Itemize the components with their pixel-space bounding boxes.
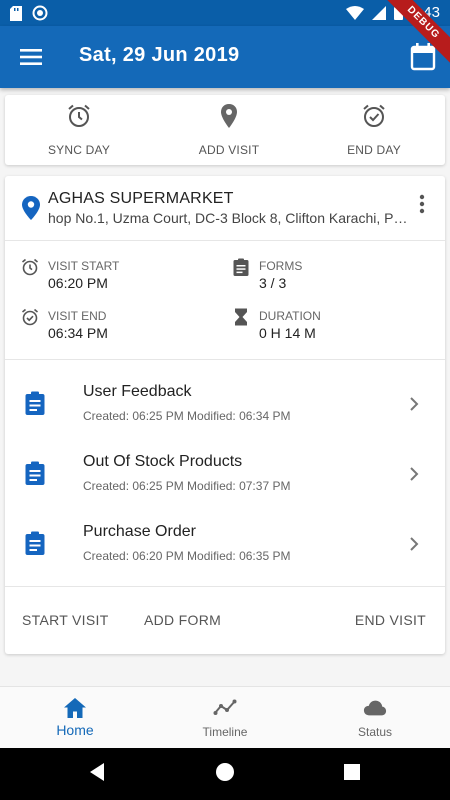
shop-name: AGHAS SUPERMARKET (48, 190, 234, 207)
calendar-icon[interactable] (410, 43, 436, 71)
visit-end-value: 06:34 PM (48, 325, 108, 341)
system-navigation-bar (0, 748, 450, 800)
sd-card-icon (10, 5, 22, 21)
timeline-icon (213, 699, 237, 715)
end-day-label: END DAY (347, 143, 401, 157)
more-vert-icon[interactable] (419, 194, 425, 214)
form-name: User Feedback (83, 383, 192, 400)
page-title: Sat, 29 Jun 2019 (79, 44, 240, 66)
chevron-right-icon (410, 397, 419, 411)
wifi-icon (345, 5, 364, 20)
signal-icon (371, 5, 386, 20)
visit-end-label: VISIT END (48, 309, 107, 323)
forms-label: FORMS (259, 259, 303, 273)
hourglass-icon (235, 308, 247, 326)
recents-icon[interactable] (343, 763, 361, 781)
home-circle-icon[interactable] (215, 762, 235, 782)
form-meta: Created: 06:20 PM Modified: 06:35 PM (83, 549, 291, 563)
clipboard-icon (233, 258, 249, 276)
sync-day-label: SYNC DAY (47, 143, 111, 157)
sync-circle-icon (32, 5, 48, 21)
nav-home-label: Home (56, 722, 94, 738)
add-form-button[interactable]: ADD FORM (144, 612, 221, 628)
location-pin-icon (221, 104, 237, 128)
nav-status[interactable]: Status (325, 697, 425, 739)
shop-address: hop No.1, Uzma Court, DC-3 Block 8, Clif… (48, 210, 413, 226)
clipboard-icon (25, 531, 45, 555)
start-visit-button[interactable]: START VISIT (22, 612, 109, 628)
menu-icon[interactable] (18, 44, 44, 70)
duration-label: DURATION (259, 309, 321, 323)
alarm-check-icon (21, 308, 39, 326)
add-visit-label: ADD VISIT (198, 143, 260, 157)
back-icon[interactable] (88, 762, 106, 782)
sync-day-button[interactable]: SYNC DAY (19, 103, 139, 157)
forms-value: 3 / 3 (259, 275, 287, 291)
visit-start-value: 06:20 PM (48, 275, 108, 291)
form-row-out-of-stock[interactable]: Out Of Stock Products Created: 06:25 PM … (5, 449, 445, 519)
form-meta: Created: 06:25 PM Modified: 07:37 PM (83, 479, 291, 493)
day-actions-card: SYNC DAY ADD VISIT END DAY (5, 95, 445, 165)
bottom-navigation: Home Timeline Status (0, 686, 450, 748)
clipboard-icon (25, 461, 45, 485)
nav-timeline[interactable]: Timeline (175, 697, 275, 739)
form-row-purchase-order[interactable]: Purchase Order Created: 06:20 PM Modifie… (5, 519, 445, 589)
form-row-user-feedback[interactable]: User Feedback Created: 06:25 PM Modified… (5, 379, 445, 449)
divider (5, 586, 445, 587)
duration-value: 0 H 14 M (259, 325, 316, 341)
form-name: Out Of Stock Products (83, 453, 243, 470)
alarm-check-icon (363, 104, 385, 127)
add-visit-button[interactable]: ADD VISIT (169, 103, 289, 157)
end-visit-button[interactable]: END VISIT (355, 612, 426, 628)
nav-timeline-label: Timeline (202, 725, 248, 739)
divider (5, 359, 445, 360)
alarm-icon (21, 258, 39, 276)
location-pin-icon (22, 196, 40, 220)
visit-start-label: VISIT START (48, 259, 120, 273)
chevron-right-icon (410, 467, 419, 481)
home-icon (64, 698, 86, 718)
form-name: Purchase Order (83, 523, 196, 540)
form-meta: Created: 06:25 PM Modified: 06:34 PM (83, 409, 291, 423)
end-day-button[interactable]: END DAY (314, 103, 434, 157)
cloud-icon (363, 700, 387, 716)
divider (5, 240, 445, 241)
chevron-right-icon (410, 537, 419, 551)
nav-status-label: Status (357, 725, 393, 739)
app-bar: Sat, 29 Jun 2019 (0, 26, 450, 88)
visit-card: AGHAS SUPERMARKET hop No.1, Uzma Court, … (5, 176, 445, 654)
nav-home[interactable]: Home (25, 697, 125, 738)
alarm-icon (68, 104, 90, 127)
clipboard-icon (25, 391, 45, 415)
status-bar: 7:43 (0, 0, 450, 26)
